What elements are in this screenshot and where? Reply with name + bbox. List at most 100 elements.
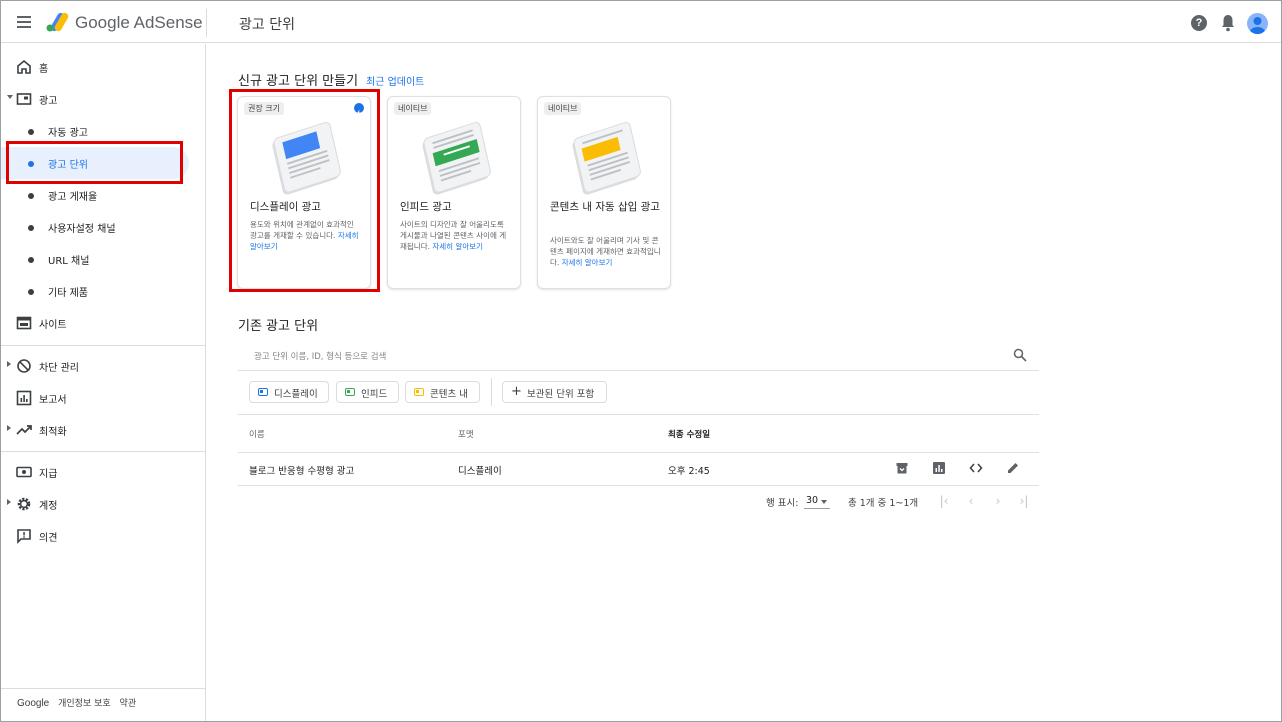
card-chip: 네이티브 [544, 102, 582, 115]
card-chip: 네이티브 [394, 102, 432, 115]
bullet-dot [28, 193, 34, 199]
sidebar-item-home[interactable]: 홈 [1, 51, 206, 83]
edit-pencil-icon[interactable] [1006, 461, 1020, 475]
sidebar-item-blocking-controls[interactable]: 차단 관리 [1, 350, 206, 382]
rows-per-page-label: 행 표시: [766, 498, 799, 509]
filter-label: 인피드 [361, 389, 388, 400]
hamburger-menu-icon[interactable] [15, 14, 33, 30]
rows-per-page-value: 30 [806, 495, 819, 506]
footer-google[interactable]: Google [17, 698, 49, 709]
archive-icon[interactable] [895, 461, 909, 475]
previous-page-icon[interactable]: ‹ [965, 494, 977, 508]
sidebar-item-label: 계정 [39, 501, 58, 512]
sidebar-item-label: 최적화 [39, 427, 67, 438]
payments-icon [16, 466, 32, 478]
infeed-ad-illustration [422, 122, 491, 195]
sidebar-divider [1, 688, 206, 689]
collapse-caret-icon [7, 499, 11, 505]
sidebar-item-other-products[interactable]: 기타 제품 [1, 275, 206, 307]
avatar-person-icon [1250, 17, 1265, 34]
bullet-dot [28, 289, 34, 295]
footer-terms-link[interactable]: 약관 [120, 699, 137, 709]
sidebar-item-custom-channels[interactable]: 사용자설정 채널 [1, 211, 206, 243]
footer-privacy-link[interactable]: 개인정보 보호 [58, 699, 111, 709]
topbar-divider [206, 9, 207, 37]
next-page-icon[interactable]: › [992, 494, 1004, 508]
existing-section-heading: 기존 광고 단위 [238, 319, 319, 334]
column-header-name[interactable]: 이름 [249, 428, 265, 440]
sidebar-divider [1, 451, 206, 452]
filter-incontent-chip[interactable]: 콘텐츠 내 [405, 381, 480, 403]
ads-icon [16, 93, 32, 105]
learn-more-link[interactable]: 자세히 알아보기 [562, 258, 613, 267]
pagination-range: 총 1개 중 1~1개 [848, 498, 919, 509]
incontent-filter-icon [414, 388, 424, 396]
block-icon [17, 359, 31, 373]
include-archived-chip[interactable]: + 보관된 단위 포함 [502, 381, 607, 403]
card-title: 인피드 광고 [400, 201, 452, 213]
bullet-dot [28, 257, 34, 263]
ad-unit-name[interactable]: 블로그 반응형 수평형 광고 [249, 463, 354, 477]
sidebar-item-label: 사용자설정 채널 [48, 224, 116, 235]
card-title: 콘텐츠 내 자동 삽입 광고 [550, 201, 660, 213]
sidebar-item-label: 기타 제품 [48, 288, 88, 299]
adsense-logo-icon [46, 12, 69, 32]
search-input[interactable]: 광고 단위 이름, ID, 형식 등으로 검색 [254, 350, 386, 362]
sidebar-item-feedback[interactable]: 의견 [1, 520, 206, 552]
display-filter-icon [258, 388, 268, 396]
sidebar-item-optimization[interactable]: 최적화 [1, 414, 206, 446]
card-description: 사이트의 디자인과 잘 어울리도록 게시물과 나열된 콘텐츠 사이에 게재됩니다… [400, 219, 512, 252]
sidebar-item-label: 홈 [39, 64, 49, 75]
sidebar-item-label: 자동 광고 [48, 128, 88, 139]
sidebar-item-reports[interactable]: 보고서 [1, 382, 206, 414]
column-header-last-modified[interactable]: 최종 수정일 [668, 428, 710, 440]
column-header-format[interactable]: 포맷 [458, 428, 474, 440]
filter-infeed-chip[interactable]: 인피드 [336, 381, 399, 403]
sidebar-footer: Google 개인정보 보호 약관 [17, 696, 142, 709]
account-avatar[interactable] [1247, 13, 1268, 34]
sidebar-item-sites[interactable]: 사이트 [1, 307, 206, 339]
recent-updates-link[interactable]: 최근 업데이트 [366, 73, 424, 88]
help-icon[interactable]: ? [1191, 15, 1207, 31]
filter-display-chip[interactable]: 디스플레이 [249, 381, 329, 403]
top-app-bar: Google AdSense 광고 단위 ? [1, 1, 1281, 43]
sidebar-item-url-channels[interactable]: URL 채널 [1, 243, 206, 275]
first-page-icon[interactable]: |‹ [938, 494, 950, 508]
filter-separator [491, 378, 492, 406]
filter-label: 보관된 단위 포함 [527, 389, 595, 400]
brand-name: Google AdSense [75, 13, 203, 32]
learn-more-link[interactable]: 자세히 알아보기 [432, 242, 483, 251]
expand-caret-icon [7, 95, 13, 99]
highlight-box-sidebar [6, 141, 183, 184]
infeed-ad-card[interactable]: 네이티브 인피드 광고 사이트의 디자인과 잘 어울리도록 게시물과 나열된 콘… [387, 96, 521, 289]
last-page-icon[interactable]: ›| [1018, 494, 1030, 508]
rows-per-page-select[interactable]: 30 [804, 493, 830, 509]
report-chart-icon[interactable] [932, 461, 946, 475]
filter-label: 디스플레이 [274, 389, 318, 400]
sidebar-item-label: 광고 게재율 [48, 192, 98, 203]
in-article-ad-card[interactable]: 네이티브 콘텐츠 내 자동 삽입 광고 사이트와도 잘 어울리며 기사 및 콘텐… [537, 96, 671, 289]
page-title: 광고 단위 [239, 17, 295, 33]
sidebar-item-label: 사이트 [39, 320, 67, 331]
search-icon[interactable] [1013, 348, 1027, 362]
sidebar-item-label: URL 채널 [48, 256, 90, 267]
bullet-dot [28, 225, 34, 231]
sidebar-item-payments[interactable]: 지급 [1, 456, 206, 488]
sidebar-item-label: 지급 [39, 469, 58, 480]
plus-icon: + [511, 384, 522, 399]
reports-icon [16, 390, 32, 406]
highlight-box-display-card [229, 89, 380, 292]
code-icon[interactable] [969, 461, 983, 475]
trending-up-icon [16, 425, 32, 435]
notifications-bell-icon[interactable] [1220, 14, 1236, 32]
home-icon [17, 59, 31, 74]
sidebar-item-ads[interactable]: 광고 [1, 83, 206, 115]
infeed-filter-icon [345, 388, 355, 396]
sidebar-item-label: 보고서 [39, 395, 67, 406]
filter-divider [238, 414, 1039, 415]
ad-unit-format: 디스플레이 [458, 466, 502, 477]
sidebar-item-label: 차단 관리 [39, 363, 79, 374]
create-section-heading: 신규 광고 단위 만들기 [238, 74, 359, 89]
sidebar-item-account[interactable]: 계정 [1, 488, 206, 520]
ad-unit-modified: 오후 2:45 [668, 466, 710, 477]
